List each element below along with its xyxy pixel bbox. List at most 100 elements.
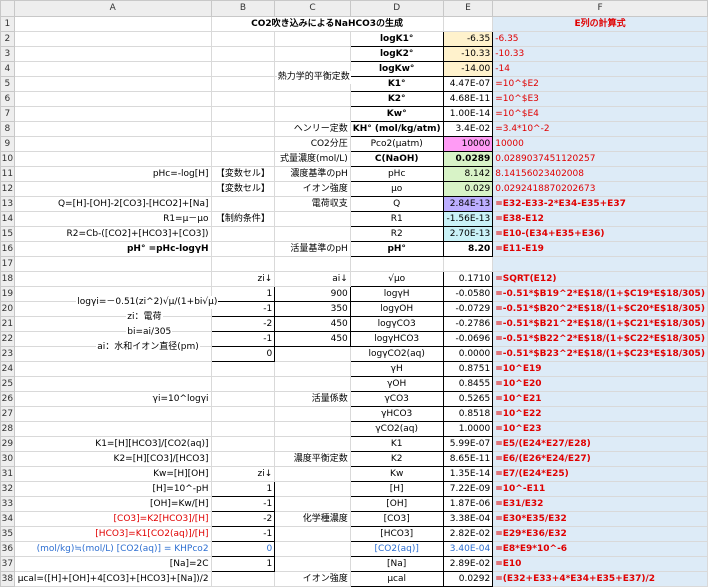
cell-b[interactable]: -1 <box>210 496 276 512</box>
cell-b[interactable]: zi↓ <box>210 466 276 482</box>
cell-f[interactable]: =-0.51*$B23^2*E$18/(1+$C23*E$18/305) <box>492 346 708 362</box>
cell-c[interactable] <box>274 526 351 542</box>
cell-d[interactable]: K1 <box>349 436 444 452</box>
cell-b[interactable] <box>210 226 276 242</box>
cell-b[interactable]: -1 <box>210 301 276 317</box>
cell-b[interactable] <box>210 151 276 167</box>
cell-b[interactable] <box>210 406 276 422</box>
cell-a[interactable] <box>13 271 212 287</box>
cell-b[interactable] <box>210 106 276 122</box>
cell-a[interactable] <box>13 151 212 167</box>
cell-f[interactable] <box>492 256 708 272</box>
cell-e[interactable]: 0.0000 <box>442 346 494 362</box>
cell-b[interactable]: 1 <box>210 556 276 572</box>
row-header[interactable]: 31 <box>0 466 15 482</box>
cell-a[interactable] <box>13 31 212 47</box>
cell-e[interactable]: 3.38E-04 <box>442 511 494 527</box>
cell-e[interactable]: 3.40E-04 <box>442 541 494 557</box>
cell-c[interactable] <box>274 481 351 497</box>
cell-f[interactable]: =E11-E19 <box>492 241 708 257</box>
cell-d[interactable]: [CO2(aq)] <box>349 541 444 557</box>
cell-f[interactable]: =10^$E2 <box>492 76 708 92</box>
cell-f[interactable]: =E32-E33-2*E34-E35+E37 <box>492 196 708 212</box>
row-header[interactable]: 22 <box>0 331 15 347</box>
cell-a[interactable]: K2=[H][CO3]/[HCO3] <box>13 451 212 467</box>
cell-f[interactable]: =E30*E35/E32 <box>492 511 708 527</box>
cell-e[interactable]: -10.33 <box>442 46 494 62</box>
row-header[interactable]: 20 <box>0 301 15 317</box>
cell-f[interactable]: =-0.51*$B20^2*E$18/(1+$C20*E$18/305) <box>492 301 708 317</box>
cell-e[interactable]: 8.20 <box>442 241 494 257</box>
cell-a[interactable]: Q=[H]-[OH]-2[CO3]-[HCO2]+[Na] <box>13 196 212 212</box>
cell-a[interactable] <box>13 121 212 137</box>
row-header[interactable]: 28 <box>0 421 15 437</box>
row-header[interactable]: 3 <box>0 46 15 62</box>
row-header[interactable]: 9 <box>0 136 15 152</box>
cell-c[interactable] <box>274 421 351 437</box>
cell-e[interactable]: 0.029 <box>442 181 494 197</box>
cell-c[interactable] <box>274 361 351 377</box>
row-header[interactable]: 26 <box>0 391 15 407</box>
cell-a[interactable] <box>13 181 212 197</box>
cell-a[interactable] <box>13 61 212 77</box>
cell-c[interactable]: CO2分圧 <box>274 136 351 152</box>
cell-a[interactable] <box>13 91 212 107</box>
cell-f[interactable]: =E6/(E26*E24/E27) <box>492 451 708 467</box>
cell-a[interactable]: [HCO3]=K1[CO2(aq)]/[H] <box>13 526 212 542</box>
cell-d[interactable]: Kw <box>349 466 444 482</box>
cell-e[interactable]: 0.8518 <box>442 406 494 422</box>
cell-d[interactable]: [HCO3] <box>349 526 444 542</box>
cell-d[interactable]: R1 <box>349 211 444 227</box>
row-header[interactable]: 24 <box>0 361 15 377</box>
cell-b[interactable] <box>210 256 276 272</box>
cell-a[interactable]: [CO3]=K2[HCO3]/[H] <box>13 511 212 527</box>
cell-e[interactable]: 0.0292 <box>442 571 494 587</box>
cell-f[interactable]: 10000 <box>492 136 708 152</box>
cell-e[interactable] <box>442 16 494 32</box>
cell-a[interactable] <box>13 406 212 422</box>
cell-d[interactable]: pH° <box>349 241 444 257</box>
row-header[interactable]: 29 <box>0 436 15 452</box>
cell-f[interactable]: 8.14156023402008 <box>492 166 708 182</box>
cell-e[interactable] <box>442 256 494 272</box>
cell-d[interactable]: γCO3 <box>349 391 444 407</box>
cell-d[interactable]: [Na] <box>349 556 444 572</box>
cell-e[interactable]: 2.70E-13 <box>442 226 494 242</box>
cell-d[interactable]: logK2° <box>349 46 444 62</box>
cell-b[interactable] <box>210 571 276 587</box>
cell-d[interactable]: γH <box>349 361 444 377</box>
cell-d[interactable]: μo <box>349 181 444 197</box>
cell-c[interactable]: 350 <box>274 301 351 317</box>
row-header[interactable]: 33 <box>0 496 15 512</box>
cell-a[interactable]: [H]=10^-pH <box>13 481 212 497</box>
row-header[interactable]: 17 <box>0 256 15 272</box>
cell-b[interactable]: 1 <box>210 481 276 497</box>
cell-f[interactable]: =10^E22 <box>492 406 708 422</box>
cell-e[interactable]: 8.142 <box>442 166 494 182</box>
row-header[interactable]: 15 <box>0 226 15 242</box>
cell-d[interactable]: Pco2(μatm) <box>349 136 444 152</box>
cell-b[interactable] <box>210 376 276 392</box>
cell-b[interactable]: 1 <box>210 286 276 302</box>
cell-b[interactable] <box>210 436 276 452</box>
cell-c[interactable] <box>274 376 351 392</box>
cell-c[interactable]: ai↓ <box>274 271 351 287</box>
cell-c[interactable]: 濃度基準のpH <box>274 166 351 182</box>
cell-d[interactable]: K2 <box>349 451 444 467</box>
cell-e[interactable]: 1.0000 <box>442 421 494 437</box>
cell-a[interactable] <box>13 316 212 332</box>
cell-a[interactable]: [Na]=2C <box>13 556 212 572</box>
cell-e[interactable]: 2.89E-02 <box>442 556 494 572</box>
cell-d[interactable]: pHc <box>349 166 444 182</box>
cell-a[interactable]: Kw=[H][OH] <box>13 466 212 482</box>
cell-f[interactable]: =10^$E4 <box>492 106 708 122</box>
cell-e[interactable]: 0.8455 <box>442 376 494 392</box>
cell-f[interactable]: =E31/E32 <box>492 496 708 512</box>
cell-f[interactable]: =10^E20 <box>492 376 708 392</box>
cell-b[interactable] <box>210 121 276 137</box>
cell-a[interactable] <box>13 361 212 377</box>
cell-b[interactable]: -2 <box>210 316 276 332</box>
column-header-b[interactable]: B <box>210 0 276 17</box>
row-header[interactable]: 13 <box>0 196 15 212</box>
cell-c[interactable] <box>274 541 351 557</box>
